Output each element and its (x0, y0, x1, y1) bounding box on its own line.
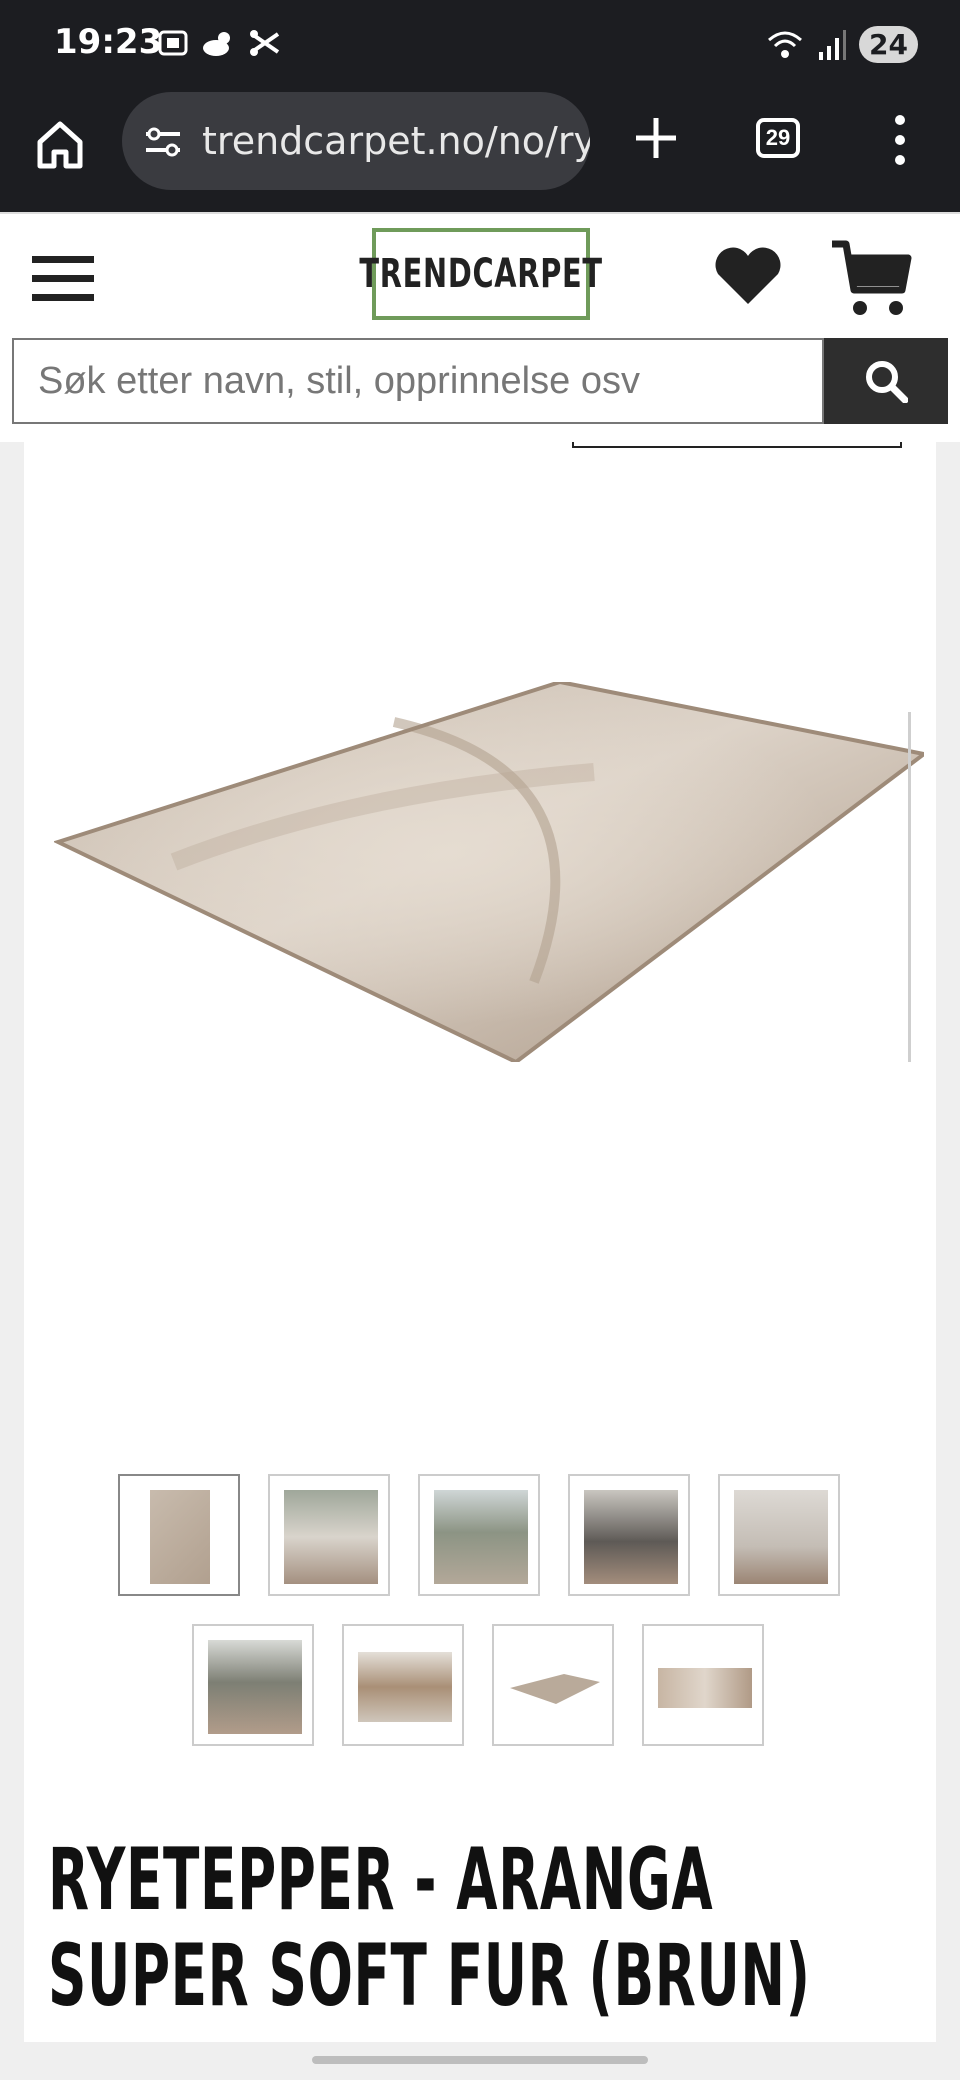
thumb-image (658, 1668, 752, 1708)
thumbnail[interactable] (568, 1474, 690, 1596)
thumbnail[interactable] (342, 1624, 464, 1746)
thumb-image (734, 1490, 828, 1584)
main-product-image[interactable] (54, 682, 924, 1062)
new-tab-icon[interactable] (628, 110, 684, 166)
screenshot-icon (158, 30, 188, 56)
dropdown-edge (572, 442, 902, 448)
status-right: 24 (765, 26, 918, 63)
product-title: RYETEPPER - ARANGA SUPER SOFT FUR (BRUN) (48, 1830, 811, 2026)
thumb-image (150, 1490, 210, 1584)
site-header: TRENDCARPET (0, 212, 960, 340)
thumb-image (284, 1490, 378, 1584)
thumb-image (358, 1652, 452, 1722)
wishlist-heart-icon[interactable] (712, 246, 784, 308)
thumb-image (434, 1490, 528, 1584)
search-button[interactable] (824, 338, 948, 424)
weather-icon (203, 32, 230, 56)
address-bar[interactable]: trendcarpet.no/no/ry (122, 92, 590, 190)
thumbnail[interactable] (642, 1624, 764, 1746)
thumb-image (208, 1640, 302, 1734)
wifi-icon (768, 31, 803, 58)
thumbnail[interactable] (192, 1624, 314, 1746)
logo-text: TRENDCARPET (359, 251, 603, 297)
url-text: trendcarpet.no/no/ry (202, 119, 590, 163)
home-icon[interactable] (30, 114, 90, 174)
tab-switcher-button[interactable]: 29 (756, 118, 800, 158)
next-image-edge (908, 712, 911, 1062)
thumbnail[interactable] (418, 1474, 540, 1596)
status-bar: 19:23 24 (0, 0, 960, 90)
thumbnail[interactable] (492, 1624, 614, 1746)
search-icon (866, 361, 908, 403)
hamburger-menu-icon[interactable] (32, 256, 94, 302)
thumbnail[interactable] (718, 1474, 840, 1596)
thumb-image (584, 1490, 678, 1584)
status-left-icons (156, 26, 282, 60)
gesture-bar (312, 2056, 648, 2064)
battery-indicator: 24 (859, 26, 918, 63)
thumbnail[interactable] (118, 1474, 240, 1596)
search-row (0, 338, 960, 442)
thumb-image (510, 1674, 600, 1704)
status-time: 19:23 (54, 22, 163, 62)
cart-icon[interactable] (830, 238, 912, 320)
signal-icon (819, 29, 847, 60)
site-logo[interactable]: TRENDCARPET (359, 228, 602, 320)
product-card: RYETEPPER - ARANGA SUPER SOFT FUR (BRUN) (24, 442, 936, 2042)
thumbnail[interactable] (268, 1474, 390, 1596)
site-settings-icon[interactable] (142, 122, 184, 162)
browser-toolbar: trendcarpet.no/no/ry 29 (0, 90, 960, 212)
more-menu-icon[interactable] (886, 110, 914, 170)
scissors-icon (250, 30, 280, 56)
search-input[interactable] (12, 338, 824, 424)
